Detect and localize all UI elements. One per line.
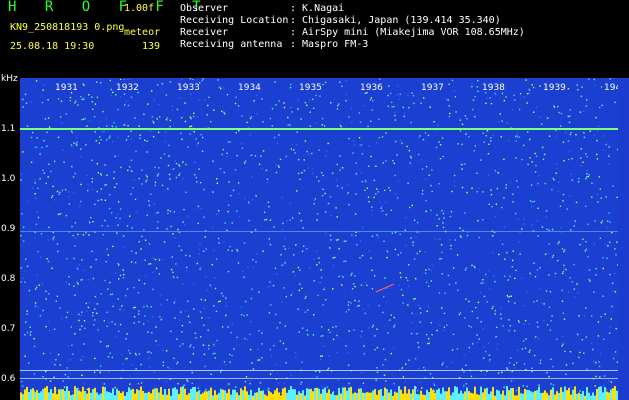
observer-key: Observer bbox=[180, 3, 229, 14]
time-label: 1936 bbox=[360, 83, 383, 93]
time-label: 1938 bbox=[482, 83, 505, 93]
time-label: 1939 bbox=[543, 83, 566, 93]
location-value: : Chigasaki, Japan (139.414 35.340) bbox=[290, 15, 501, 26]
carrier-line-0-9 bbox=[20, 231, 618, 232]
header-panel: H R O F F T 1.00f KN9_250818193 0.png me… bbox=[0, 0, 629, 76]
time-label: 1933 bbox=[177, 83, 200, 93]
count-label: 139 bbox=[142, 41, 161, 52]
location-key: Receiving Location bbox=[180, 15, 289, 26]
receiver-key: Receiver bbox=[180, 27, 229, 38]
time-label: 1940 bbox=[604, 83, 618, 93]
time-label: 1934 bbox=[238, 83, 261, 93]
spectrogram-canvas: 1931 1932 1933 1934 1935 1936 1937 1938 1939 1940 bbox=[20, 78, 618, 400]
antenna-key: Receiving antenna bbox=[180, 39, 283, 50]
version-label: 1.00f bbox=[124, 3, 155, 14]
noise-layer bbox=[20, 78, 618, 400]
bottom-strip bbox=[20, 386, 618, 400]
time-label: 1935 bbox=[299, 83, 322, 93]
datetime-label: 25.08.18 19:30 bbox=[10, 41, 95, 52]
y-label-0-6: 0.6 bbox=[1, 374, 16, 384]
carrier-line-0-62 bbox=[20, 370, 618, 371]
time-label: 1937 bbox=[421, 83, 444, 93]
spectrogram: 1931 1932 1933 1934 1935 1936 1937 1938 1939 1940 bbox=[20, 78, 618, 400]
right-strip bbox=[618, 78, 629, 400]
y-label-0-8: 0.8 bbox=[1, 274, 16, 284]
time-ticks: 1931 1932 1933 1934 1935 1936 1937 1938 1939 1940 bbox=[53, 80, 618, 93]
y-label-1-0: 1.0 bbox=[1, 174, 16, 184]
observer-value: : K.Nagai bbox=[290, 3, 345, 14]
carrier-line-0-61 bbox=[20, 378, 618, 379]
carrier-line-1-1 bbox=[20, 128, 618, 130]
meteor-echo bbox=[375, 283, 395, 293]
y-label-1-1: 1.1 bbox=[1, 124, 16, 134]
frequency-axis: kHz 1.1 1.0 0.9 0.8 0.7 0.6 bbox=[0, 74, 20, 400]
time-label: 1931 bbox=[55, 83, 78, 93]
receiver-value: : AirSpy mini (Miakejima VOR 108.65MHz) bbox=[290, 27, 525, 38]
mode-label: meteor bbox=[124, 27, 161, 38]
time-label: 1932 bbox=[116, 83, 139, 93]
antenna-value: : Maspro FM-3 bbox=[290, 39, 369, 50]
axis-unit-label: kHz bbox=[1, 74, 18, 84]
filename-label: KN9_250818193 0.png bbox=[10, 22, 125, 33]
y-label-0-7: 0.7 bbox=[1, 324, 16, 334]
y-label-0-9: 0.9 bbox=[1, 224, 16, 234]
